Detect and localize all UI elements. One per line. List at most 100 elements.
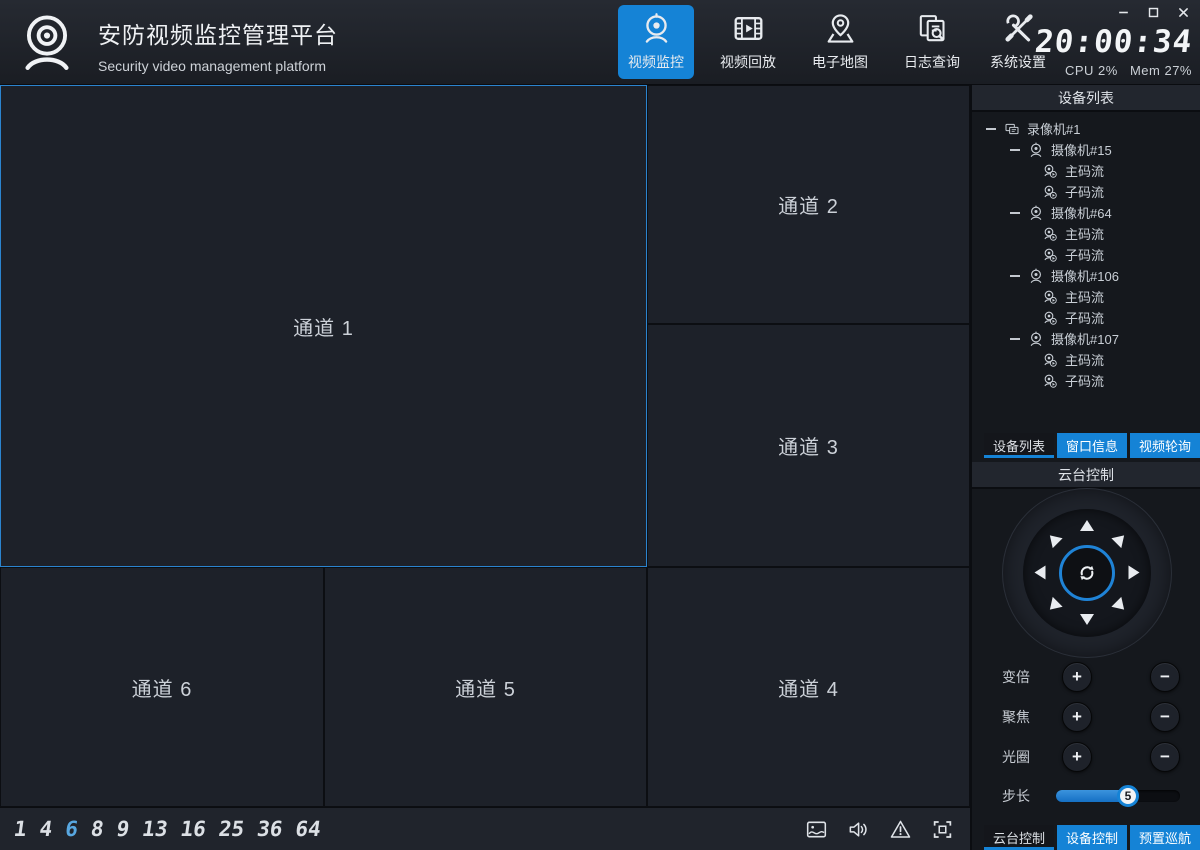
layout-option-25[interactable]: 25 <box>217 817 246 841</box>
stream-icon <box>1042 310 1058 326</box>
minimize-icon[interactable] <box>1117 6 1130 19</box>
tree-item-sub-stream[interactable]: 子码流 <box>972 181 1200 202</box>
right-sidebar: 设备列表 录像机#1 摄像机#15 主码流 子码流 <box>970 85 1200 850</box>
video-pane-channel-6[interactable]: 通道 6 <box>0 567 324 807</box>
tree-item-sub-stream[interactable]: 子码流 <box>972 307 1200 328</box>
stream-icon <box>1042 373 1058 389</box>
layout-option-16[interactable]: 16 <box>179 817 208 841</box>
tree-item-recorder-1[interactable]: 录像机#1 <box>972 118 1200 139</box>
nav-video-playback[interactable]: 视频回放 <box>710 5 786 79</box>
tab-video-polling[interactable]: 视频轮询 <box>1130 433 1200 458</box>
layout-option-13[interactable]: 13 <box>141 817 170 841</box>
collapse-minus-icon[interactable] <box>1010 149 1020 151</box>
tab-preset-cruise[interactable]: 预置巡航 <box>1130 825 1200 850</box>
video-pane-channel-3[interactable]: 通道 3 <box>647 324 970 567</box>
cpu-usage: CPU 2% <box>1065 63 1118 78</box>
nav-video-monitor[interactable]: 视频监控 <box>618 5 694 79</box>
channel-label: 通道 6 <box>132 673 193 702</box>
tree-item-camera-64[interactable]: 摄像机#64 <box>972 202 1200 223</box>
iris-minus-button[interactable]: − <box>1150 742 1180 772</box>
step-slider[interactable]: 5 <box>1056 790 1180 802</box>
layout-option-6[interactable]: 6 <box>64 817 80 841</box>
video-pane-channel-5[interactable]: 通道 5 <box>324 567 647 807</box>
stream-icon <box>1042 184 1058 200</box>
focus-minus-button[interactable]: − <box>1150 702 1180 732</box>
ptz-arrow-left-icon[interactable] <box>1035 566 1046 580</box>
tree-item-camera-15[interactable]: 摄像机#15 <box>972 139 1200 160</box>
ptz-arrow-right-icon[interactable] <box>1129 566 1140 580</box>
ptz-arrow-down-icon[interactable] <box>1080 614 1094 625</box>
nav-label: 视频回放 <box>720 52 776 72</box>
tree-item-camera-107[interactable]: 摄像机#107 <box>972 328 1200 349</box>
channel-label: 通道 4 <box>778 673 839 702</box>
collapse-minus-icon[interactable] <box>986 128 996 130</box>
tree-item-camera-106[interactable]: 摄像机#106 <box>972 265 1200 286</box>
close-icon[interactable] <box>1177 6 1190 19</box>
nav-electronic-map[interactable]: 电子地图 <box>802 5 878 79</box>
nav-log-query[interactable]: 日志查询 <box>894 5 970 79</box>
stream-icon <box>1042 226 1058 242</box>
tab-device-control[interactable]: 设备控制 <box>1057 825 1127 850</box>
zoom-label: 变倍 <box>1002 667 1044 687</box>
refresh-icon <box>1075 561 1099 585</box>
zoom-minus-button[interactable]: − <box>1150 662 1180 692</box>
video-pane-channel-2[interactable]: 通道 2 <box>647 85 970 324</box>
focus-label: 聚焦 <box>1002 707 1044 727</box>
alarm-icon[interactable] <box>889 818 912 841</box>
tab-device-list[interactable]: 设备列表 <box>984 433 1054 458</box>
nav-label: 电子地图 <box>812 52 868 72</box>
tree-item-main-stream[interactable]: 主码流 <box>972 286 1200 307</box>
channel-label: 通道 3 <box>778 431 839 460</box>
focus-control-row: 聚焦 + − <box>972 701 1200 733</box>
collapse-minus-icon[interactable] <box>1010 212 1020 214</box>
ptz-header: 云台控制 <box>972 462 1200 489</box>
iris-plus-button[interactable]: + <box>1062 742 1092 772</box>
recorder-icon <box>1004 121 1020 137</box>
video-pane-channel-1[interactable]: 通道 1 <box>0 85 647 567</box>
layout-option-1[interactable]: 1 <box>12 817 28 841</box>
device-tree: 录像机#1 摄像机#15 主码流 子码流 摄像机#64 <box>972 118 1200 391</box>
webcam-icon <box>640 12 673 45</box>
clock-block: 20:00:34 CPU 2% Mem 27% <box>1035 24 1192 78</box>
layout-option-4[interactable]: 4 <box>38 817 54 841</box>
layout-bar: 1 4 6 8 9 13 16 25 36 64 <box>0 807 970 850</box>
video-pane-channel-4[interactable]: 通道 4 <box>647 567 970 807</box>
tree-item-sub-stream[interactable]: 子码流 <box>972 370 1200 391</box>
tab-window-info[interactable]: 窗口信息 <box>1057 433 1127 458</box>
maximize-icon[interactable] <box>1147 6 1160 19</box>
snapshot-icon[interactable] <box>805 818 828 841</box>
app-title: 安防视频监控管理平台 <box>98 16 338 50</box>
layout-option-9[interactable]: 9 <box>115 817 131 841</box>
playback-film-icon <box>732 12 765 45</box>
app-subtitle: Security video management platform <box>98 58 338 74</box>
nav-label: 视频监控 <box>628 52 684 72</box>
tab-ptz-control[interactable]: 云台控制 <box>984 825 1054 850</box>
audio-icon[interactable] <box>847 818 870 841</box>
tree-item-main-stream[interactable]: 主码流 <box>972 223 1200 244</box>
stream-icon <box>1042 247 1058 263</box>
digital-clock: 20:00:34 <box>1033 24 1194 60</box>
zoom-plus-button[interactable]: + <box>1062 662 1092 692</box>
collapse-minus-icon[interactable] <box>1010 275 1020 277</box>
window-controls <box>1117 6 1190 19</box>
ptz-auto-scan-button[interactable] <box>1059 545 1115 601</box>
ptz-arrow-up-icon[interactable] <box>1080 520 1094 531</box>
tree-item-main-stream[interactable]: 主码流 <box>972 160 1200 181</box>
step-slider-thumb[interactable]: 5 <box>1117 785 1139 807</box>
app-window: 安防视频监控管理平台 Security video management pla… <box>0 0 1200 850</box>
fullscreen-icon[interactable] <box>931 818 954 841</box>
collapse-minus-icon[interactable] <box>1010 338 1020 340</box>
iris-label: 光圈 <box>1002 747 1044 767</box>
camera-icon <box>1028 268 1044 284</box>
layout-option-8[interactable]: 8 <box>89 817 105 841</box>
layout-option-64[interactable]: 64 <box>294 817 323 841</box>
system-stats: CPU 2% Mem 27% <box>1035 63 1192 78</box>
tree-item-main-stream[interactable]: 主码流 <box>972 349 1200 370</box>
tree-item-sub-stream[interactable]: 子码流 <box>972 244 1200 265</box>
focus-plus-button[interactable]: + <box>1062 702 1092 732</box>
title-block: 安防视频监控管理平台 Security video management pla… <box>98 16 338 74</box>
zoom-control-row: 变倍 + − <box>972 661 1200 693</box>
layout-option-36[interactable]: 36 <box>255 817 284 841</box>
camera-icon <box>1028 331 1044 347</box>
map-pin-icon <box>824 12 857 45</box>
